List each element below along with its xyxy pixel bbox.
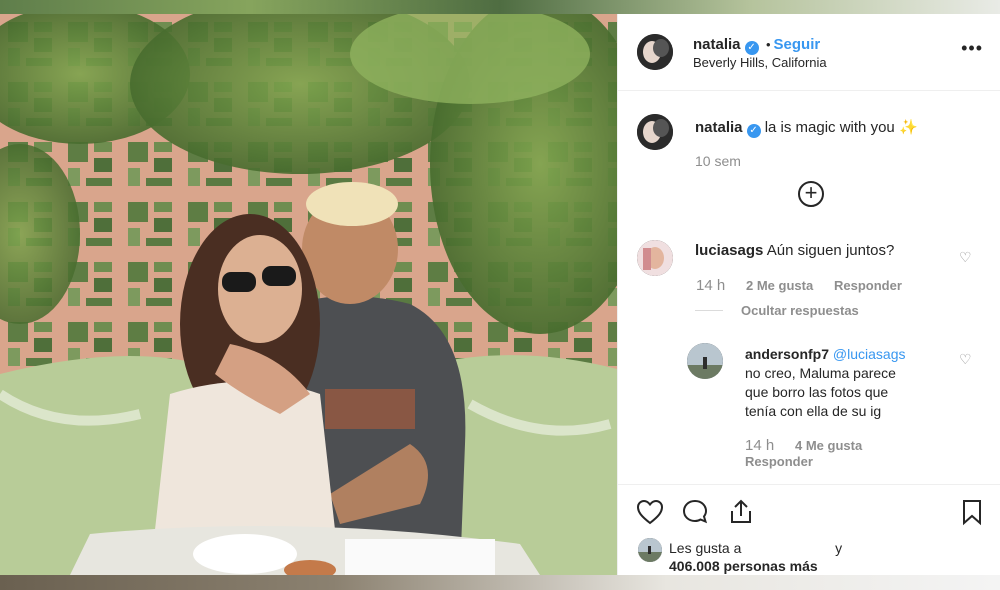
- reply-line-3: tenía con ella de su ig: [745, 403, 882, 419]
- post-photo-art: [0, 14, 617, 575]
- comment-time[interactable]: 14 h: [696, 277, 725, 294]
- avatar-image: [637, 240, 673, 276]
- follow-button[interactable]: Seguir: [774, 36, 821, 53]
- header-username[interactable]: natalia: [693, 36, 741, 53]
- likes-count[interactable]: 406.008 personas más: [669, 558, 818, 574]
- reply-text-block: andersonfp7 @luciasags no creo, Maluma p…: [745, 345, 965, 421]
- caption-username[interactable]: natalia: [695, 119, 743, 136]
- instagram-post-screenshot: natalia ✓ • Seguir Beverly Hills, Californ…: [0, 0, 1000, 590]
- reply-mention[interactable]: @luciasags: [833, 346, 906, 362]
- comment-username[interactable]: luciasags: [695, 242, 763, 259]
- comment-likes[interactable]: 2 Me gusta: [746, 278, 813, 293]
- share-upload-icon[interactable]: [726, 497, 756, 527]
- post-side-panel: natalia ✓ • Seguir Beverly Hills, Californ…: [617, 14, 1000, 575]
- avatar-image: [687, 343, 723, 379]
- bottom-border: [0, 575, 1000, 590]
- reply-first-line: andersonfp7 @luciasags: [745, 345, 965, 364]
- save-bookmark-icon[interactable]: [957, 497, 987, 527]
- reply-avatar[interactable]: [687, 343, 723, 379]
- liker-avatar[interactable]: [638, 538, 662, 562]
- comment-bubble-icon[interactable]: [680, 497, 710, 527]
- comment-text: Aún siguen juntos?: [766, 242, 895, 259]
- reply-line-2: que borro las fotos que: [745, 384, 889, 400]
- reply-likes[interactable]: 4 Me gusta: [795, 438, 862, 453]
- caption-time[interactable]: 10 sem: [695, 153, 741, 169]
- verified-badge-icon: ✓: [746, 124, 761, 138]
- reply-reply-button[interactable]: Responder: [745, 454, 813, 469]
- more-horizontal-icon[interactable]: •••: [961, 38, 983, 59]
- reply-username[interactable]: andersonfp7: [745, 346, 829, 362]
- caption-text-row: natalia ✓ la is magic with you ✨: [695, 118, 918, 138]
- comment-reply-button[interactable]: Responder: [834, 278, 902, 293]
- hide-replies-line: [695, 310, 723, 311]
- verified-badge-icon: ✓: [744, 41, 759, 55]
- like-heart-icon[interactable]: [635, 497, 665, 527]
- location-link[interactable]: Beverly Hills, California: [693, 55, 827, 70]
- liked-by-row: Les gusta a y: [669, 540, 842, 556]
- avatar-image: [638, 538, 662, 562]
- commenter-avatar[interactable]: [637, 240, 673, 276]
- hide-replies-button[interactable]: Ocultar respuestas: [741, 303, 859, 318]
- post-photo[interactable]: [0, 14, 617, 575]
- reply-time[interactable]: 14 h: [745, 437, 774, 454]
- comment-like-heart-icon[interactable]: ♡: [959, 249, 972, 266]
- reply-line-1: no creo, Maluma parece: [745, 365, 896, 381]
- avatar-image: [637, 34, 673, 70]
- caption-emoji: ✨: [898, 119, 918, 136]
- top-border: [0, 0, 1000, 14]
- comment-text-row: luciasags Aún siguen juntos?: [695, 242, 894, 259]
- header-separator: •: [765, 37, 771, 52]
- caption-text: la is magic with you: [764, 119, 895, 136]
- reply-like-heart-icon[interactable]: ♡: [959, 351, 972, 368]
- liked-by-suffix: y: [835, 540, 843, 556]
- avatar-image: [637, 114, 673, 150]
- caption-avatar[interactable]: [637, 114, 673, 150]
- author-avatar[interactable]: [637, 34, 673, 70]
- load-more-comments-button[interactable]: +: [798, 181, 824, 207]
- header-title-row: natalia ✓ • Seguir: [693, 36, 820, 55]
- post-actions: Les gusta a y 406.008 personas más: [618, 484, 1000, 575]
- post-header: natalia ✓ • Seguir Beverly Hills, Californ…: [618, 14, 1000, 91]
- liked-by-prefix: Les gusta a: [669, 540, 742, 556]
